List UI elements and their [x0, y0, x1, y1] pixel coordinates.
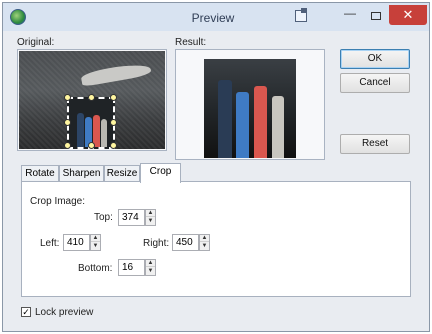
crop-handle[interactable] — [64, 94, 71, 101]
result-label: Result: — [175, 37, 207, 48]
spin-up-icon[interactable]: ▲ — [146, 210, 155, 217]
bottom-input[interactable]: 16 — [118, 259, 145, 276]
crop-handle[interactable] — [64, 142, 71, 149]
tab-rotate[interactable]: Rotate — [21, 165, 59, 182]
app-globe-icon — [10, 9, 26, 25]
window-pin-icon[interactable] — [295, 8, 307, 22]
reset-button[interactable]: Reset — [340, 134, 410, 154]
spin-down-icon[interactable]: ▼ — [146, 218, 155, 225]
result-image — [204, 59, 296, 158]
window-title: Preview — [191, 11, 235, 25]
original-image[interactable] — [19, 51, 165, 149]
spin-up-icon[interactable]: ▲ — [146, 260, 155, 267]
person-figure — [218, 80, 232, 158]
tab-resize[interactable]: Resize — [104, 165, 140, 182]
bottom-label: Bottom: — [78, 263, 113, 274]
tab-crop[interactable]: Crop — [140, 163, 181, 183]
spin-down-icon[interactable]: ▼ — [146, 268, 155, 275]
left-label: Left: — [40, 238, 60, 249]
left-input[interactable]: 410 — [63, 234, 90, 251]
original-image-frame — [17, 49, 167, 151]
crop-handle[interactable] — [110, 142, 117, 149]
crop-image-heading: Crop Image: — [30, 196, 86, 207]
crop-handle[interactable] — [64, 119, 71, 126]
right-spin-arrows[interactable]: ▲ ▼ — [199, 234, 210, 251]
shuttle-shape — [80, 61, 152, 87]
left-spin-arrows[interactable]: ▲ ▼ — [90, 234, 101, 251]
person-figure — [254, 86, 267, 158]
top-label: Top: — [94, 212, 113, 223]
right-input[interactable]: 450 — [172, 234, 199, 251]
top-spin-arrows[interactable]: ▲ ▼ — [145, 209, 156, 226]
minimize-icon[interactable]: — — [339, 7, 361, 24]
top-input[interactable]: 374 — [118, 209, 145, 226]
spin-up-icon[interactable]: ▲ — [91, 235, 100, 242]
spin-up-icon[interactable]: ▲ — [200, 235, 209, 242]
crop-panel: Crop Image: Top: 374 ▲ ▼ Left: 410 ▲ ▼ R… — [21, 181, 411, 297]
cancel-button[interactable]: Cancel — [340, 73, 410, 93]
person-figure — [272, 96, 284, 158]
person-figure — [77, 113, 84, 147]
spin-down-icon[interactable]: ▼ — [200, 243, 209, 250]
maximize-icon[interactable] — [365, 8, 387, 24]
person-figure — [101, 119, 107, 147]
lock-preview-checkbox[interactable]: ✓ — [21, 307, 31, 317]
ok-button[interactable]: OK — [340, 49, 410, 69]
right-label: Right: — [143, 238, 170, 249]
tab-sharpen[interactable]: Sharpen — [59, 165, 104, 182]
close-icon[interactable]: ✕ — [389, 5, 427, 25]
bottom-spin-arrows[interactable]: ▲ ▼ — [145, 259, 156, 276]
crop-handle[interactable] — [88, 94, 95, 101]
original-label: Original: — [17, 37, 55, 48]
crop-handle[interactable] — [110, 94, 117, 101]
title-bar[interactable]: Preview — ✕ — [3, 3, 429, 31]
crop-handle[interactable] — [88, 142, 95, 149]
crop-handle[interactable] — [110, 119, 117, 126]
lock-preview-label[interactable]: Lock preview — [35, 307, 93, 318]
person-figure — [236, 92, 249, 158]
crop-selection-box[interactable] — [64, 94, 117, 149]
spin-down-icon[interactable]: ▼ — [91, 243, 100, 250]
result-image-frame — [175, 49, 325, 160]
preview-dialog: Preview — ✕ Original: Result: OK Cancel … — [2, 2, 430, 332]
